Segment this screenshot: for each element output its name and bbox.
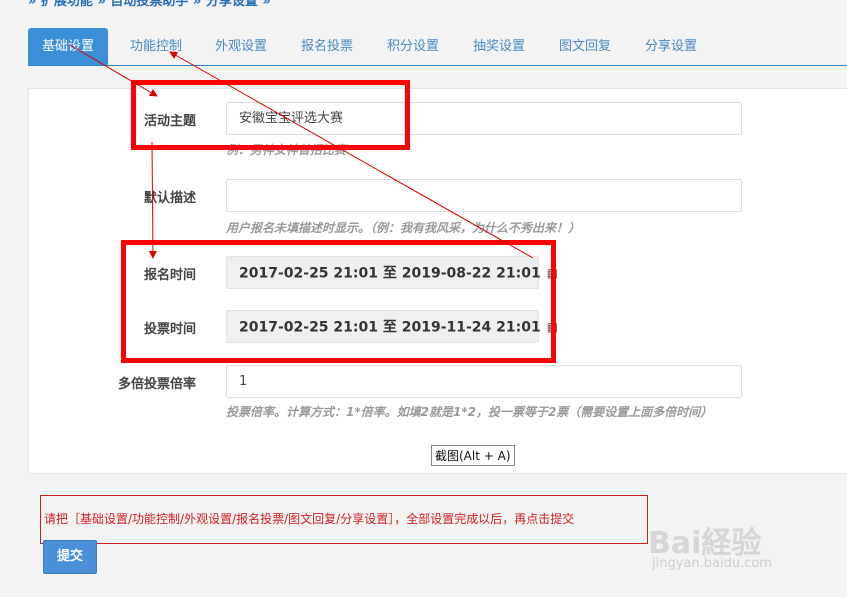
tab-lottery-settings[interactable]: 抽奖设置 bbox=[473, 28, 525, 65]
multiplier-hint: 投票倍率。计算方式：1*倍率。如填2就是1*2，投一票等于2票（需要设置上面多倍… bbox=[226, 405, 713, 419]
topic-input[interactable]: 安徽宝宝评选大赛 bbox=[226, 102, 742, 135]
breadcrumb: » 扩展功能 » 自动投票助手 » 分享设置 » bbox=[28, 0, 271, 9]
submit-button[interactable]: 提交 bbox=[43, 540, 97, 574]
signup-time-label: 报名时间 bbox=[143, 268, 196, 283]
tab-bar: 基础设置 功能控制 外观设置 报名投票 积分设置 抽奖设置 图文回复 分享设置 bbox=[28, 28, 847, 66]
multiplier-label: 多倍投票倍率 bbox=[117, 377, 196, 392]
watermark-brand: Bai経验 bbox=[648, 526, 762, 561]
signup-time-range[interactable]: 2017-02-25 21:01 至 2019-08-22 21:01 ▦ bbox=[226, 256, 558, 289]
tab-points-settings[interactable]: 积分设置 bbox=[387, 28, 439, 65]
tab-share-settings[interactable]: 分享设置 bbox=[645, 28, 697, 65]
watermark-url: jingyan.baidu.com bbox=[652, 556, 772, 571]
description-hint: 用户报名未填描述时显示。（例：我有我风采，为什么不秀出来！） bbox=[226, 221, 581, 235]
multiplier-input[interactable]: 1 bbox=[226, 365, 742, 398]
calendar-icon[interactable]: ▦ bbox=[547, 257, 558, 290]
tab-appearance-settings[interactable]: 外观设置 bbox=[215, 28, 267, 65]
notice-text: 请把［基础设置/功能控制/外观设置/报名投票/图文回复/分享设置］，全部设置完成… bbox=[40, 495, 648, 544]
screenshot-tooltip: 截图(Alt + A) bbox=[431, 445, 515, 466]
tab-function-control[interactable]: 功能控制 bbox=[130, 28, 182, 65]
vote-time-range[interactable]: 2017-02-25 21:01 至 2019-11-24 21:01 ▦ bbox=[226, 310, 558, 343]
description-label: 默认描述 bbox=[143, 191, 196, 206]
description-input[interactable] bbox=[226, 179, 742, 212]
vote-time-label: 投票时间 bbox=[143, 322, 196, 337]
tab-signup-vote[interactable]: 报名投票 bbox=[301, 28, 353, 65]
baidu-watermark: Bai経验 jingyan.baidu.com bbox=[648, 500, 847, 580]
topic-hint: 例：男神女神首招比赛 bbox=[226, 143, 347, 157]
tab-article-reply[interactable]: 图文回复 bbox=[559, 28, 611, 65]
signup-time-value: 2017-02-25 21:01 至 2019-08-22 21:01 bbox=[239, 265, 541, 282]
calendar-icon[interactable]: ▦ bbox=[547, 311, 558, 344]
tab-basic-settings[interactable]: 基础设置 bbox=[28, 28, 109, 65]
vote-time-value: 2017-02-25 21:01 至 2019-11-24 21:01 bbox=[239, 319, 541, 336]
topic-label: 活动主题 bbox=[143, 114, 196, 129]
